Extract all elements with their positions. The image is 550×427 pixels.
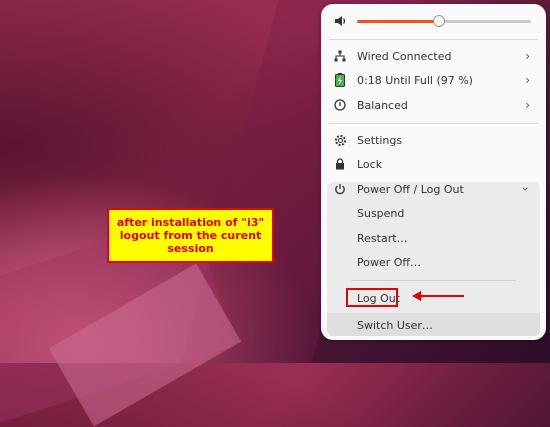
submenu-item-label: Restart… (357, 231, 408, 245)
annotation-line: after installation of "i3" (116, 216, 265, 229)
menu-item-settings[interactable]: Settings (327, 128, 540, 152)
submenu-item-power-off[interactable]: Power Off… (327, 250, 540, 274)
network-icon (333, 49, 347, 63)
volume-row (321, 10, 546, 32)
menu-item-label: Lock (357, 157, 383, 171)
separator (329, 123, 538, 124)
submenu-item-suspend[interactable]: Suspend (327, 201, 540, 225)
menu-item-wired[interactable]: Wired Connected › (327, 44, 540, 68)
power-icon (333, 182, 347, 196)
menu-item-label: Power Off / Log Out (357, 182, 464, 196)
submenu-item-restart[interactable]: Restart… (327, 226, 540, 250)
menu-item-battery[interactable]: 0:18 Until Full (97 %) › (327, 68, 540, 92)
submenu-item-label: Power Off… (357, 255, 421, 269)
menu-item-label: 0:18 Until Full (97 %) (357, 73, 473, 87)
menu-item-power-off-log-out[interactable]: Power Off / Log Out › (327, 177, 540, 201)
chevron-right-icon: › (525, 49, 530, 63)
submenu-item-label: Suspend (357, 206, 405, 220)
chevron-down-icon: › (518, 186, 533, 192)
submenu-item-switch-user[interactable]: Switch User… (327, 313, 540, 337)
power-mode-icon (333, 98, 347, 112)
menu-item-label: Wired Connected (357, 49, 452, 63)
menu-item-power-mode[interactable]: Balanced › (327, 93, 540, 117)
chevron-right-icon: › (525, 98, 530, 112)
menu-item-label: Balanced (357, 98, 408, 112)
volume-slider-fill (357, 20, 439, 23)
annotation-line: session (167, 242, 214, 255)
gear-icon (333, 133, 347, 147)
log-out-highlight-box (346, 288, 398, 307)
separator (329, 39, 538, 40)
menu-item-lock[interactable]: Lock (327, 152, 540, 176)
volume-slider-knob[interactable] (432, 15, 445, 27)
submenu-item-label: Switch User… (357, 318, 433, 332)
battery-charging-icon (333, 73, 347, 87)
separator (351, 280, 516, 281)
arrow-left-icon (412, 291, 464, 301)
menu-item-label: Settings (357, 133, 403, 147)
lock-icon (333, 157, 347, 171)
speaker-icon[interactable] (333, 14, 347, 31)
annotation-line: logout from the curent (119, 229, 262, 242)
annotation-note: after installation of "i3" logout from t… (107, 208, 274, 263)
volume-slider[interactable] (357, 15, 531, 27)
chevron-right-icon: › (525, 73, 530, 87)
